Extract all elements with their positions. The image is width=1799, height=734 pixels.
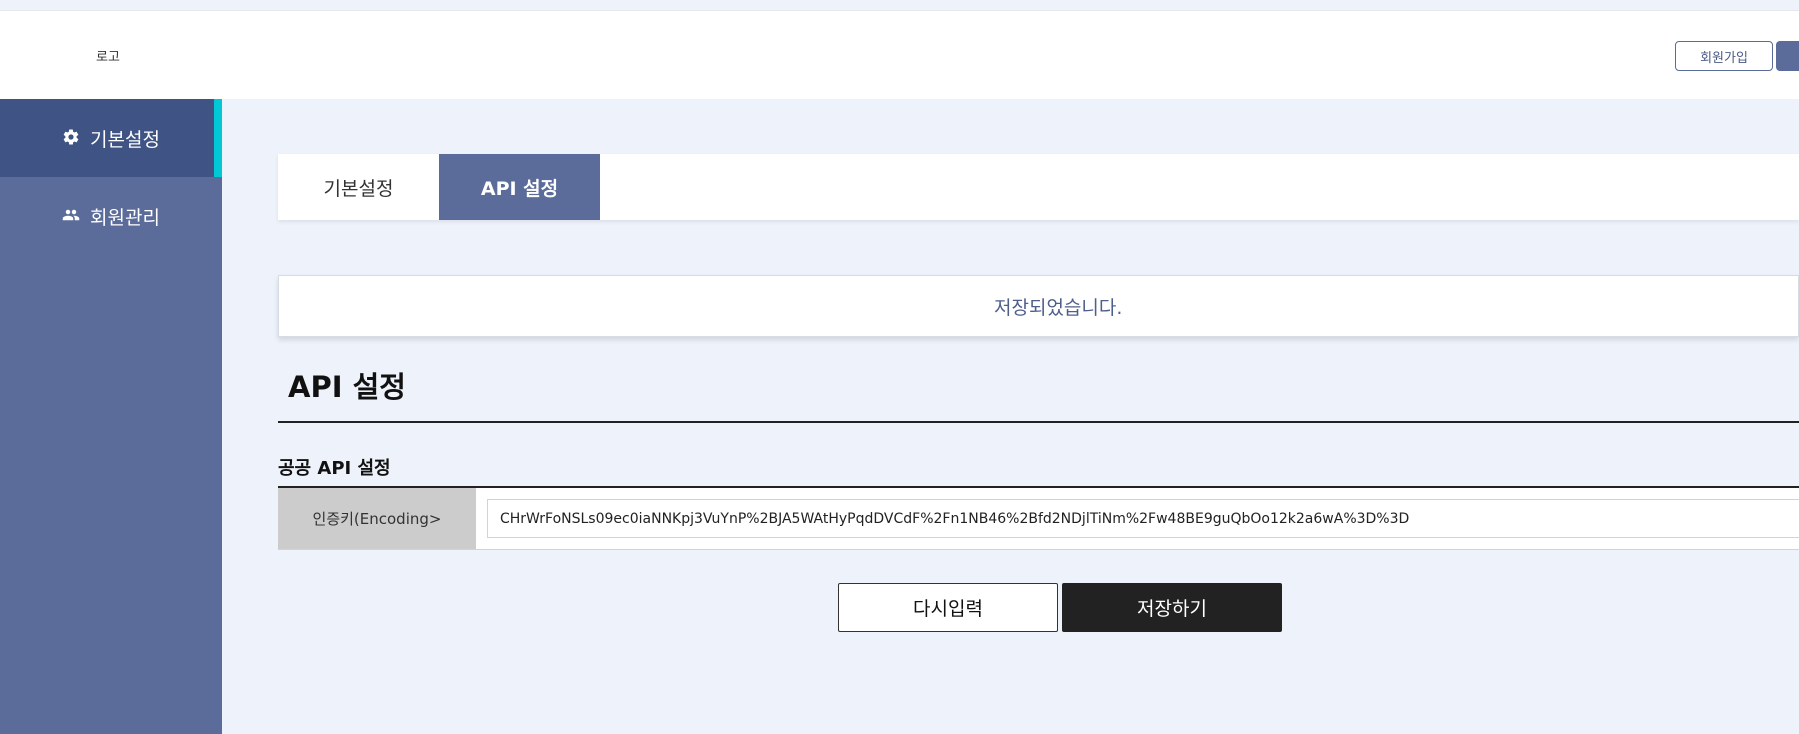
header-action-button[interactable] — [1776, 41, 1799, 71]
notice-text: 저장되었습니다. — [994, 296, 1123, 319]
save-notice: 저장되었습니다. — [278, 275, 1799, 337]
reset-button[interactable]: 다시입력 — [838, 583, 1058, 632]
sidebar-item-basic-settings[interactable]: 기본설정 — [0, 99, 222, 177]
auth-key-label: 인증키(Encoding> — [278, 488, 476, 549]
subsection-title: 공공 API 설정 — [278, 458, 391, 479]
form-row: 인증키(Encoding> — [278, 488, 1799, 550]
sidebar-item-label: 회원관리 — [90, 206, 160, 229]
site-header: 로고 회원가입 — [0, 11, 1799, 99]
auth-key-input[interactable] — [487, 499, 1799, 538]
sidebar: 기본설정 회원관리 — [0, 99, 222, 734]
logo[interactable]: 로고 — [96, 46, 120, 65]
users-icon — [62, 206, 82, 226]
sidebar-item-label: 기본설정 — [90, 128, 160, 151]
save-button[interactable]: 저장하기 — [1062, 583, 1282, 632]
title-divider — [278, 421, 1799, 423]
join-button[interactable]: 회원가입 — [1675, 41, 1773, 71]
page-title: API 설정 — [288, 370, 406, 404]
gear-icon — [62, 128, 82, 148]
tab-basic-settings[interactable]: 기본설정 — [278, 154, 439, 220]
sidebar-item-member-management[interactable]: 회원관리 — [0, 177, 222, 255]
tab-api-settings[interactable]: API 설정 — [439, 154, 600, 220]
settings-tabs: 기본설정 API 설정 — [278, 154, 1799, 220]
